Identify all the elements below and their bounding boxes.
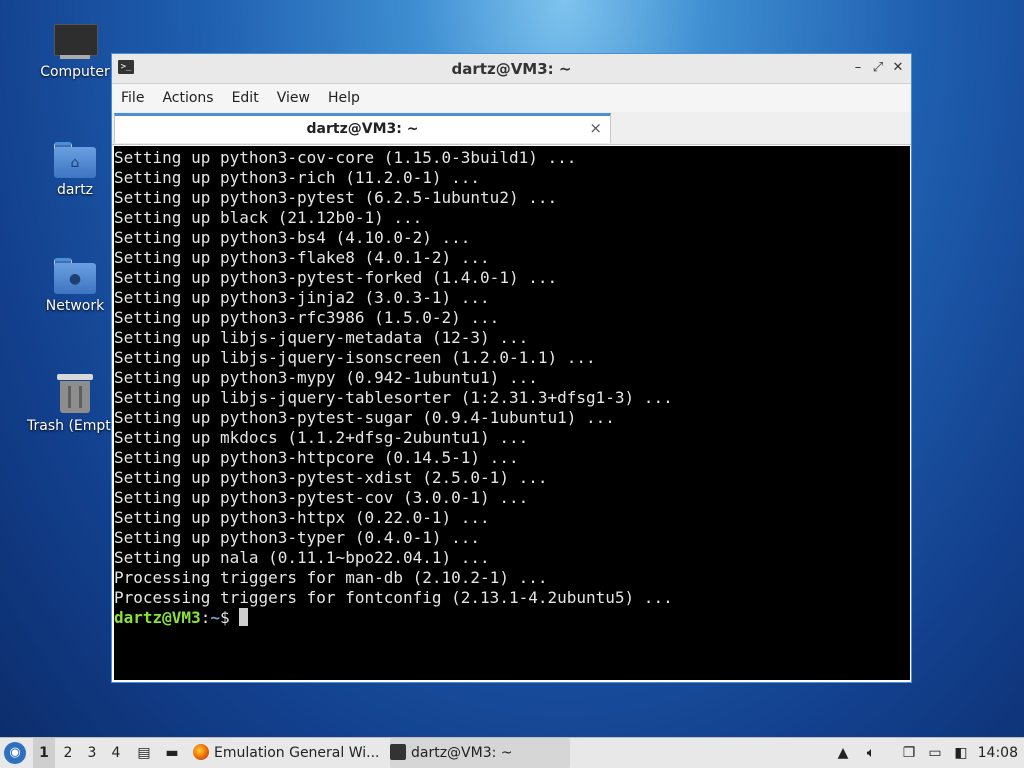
tab-terminal[interactable]: dartz@VM3: ~ × (114, 113, 611, 143)
terminal-line: Setting up python3-pytest-cov (3.0.0-1) … (114, 488, 529, 507)
workspace-3[interactable]: 3 (81, 738, 103, 768)
terminal-window: >_ dartz@VM3: ~ – ⤢ ✕ File Actions Edit Vie… (111, 53, 912, 683)
terminal-line: Setting up python3-typer (0.4.0-1) ... (114, 528, 481, 547)
desktop-icon-trash[interactable]: Trash (Empty) (27, 374, 125, 434)
workspace-4[interactable]: 4 (105, 738, 127, 768)
terminal-line: Processing triggers for man-db (2.10.2-1… (114, 568, 548, 587)
maximize-button[interactable]: ⤢ (869, 59, 887, 77)
window-titlebar[interactable]: >_ dartz@VM3: ~ – ⤢ ✕ (112, 54, 911, 84)
terminal-line: Setting up libjs-jquery-metadata (12-3) … (114, 328, 529, 347)
terminal-line: Processing triggers for fontconfig (2.13… (114, 588, 673, 607)
terminal-line: Setting up python3-httpcore (0.14.5-1) .… (114, 448, 519, 467)
terminal-line: Setting up python3-rich (11.2.0-1) ... (114, 168, 481, 187)
tab-bar: dartz@VM3: ~ × (112, 112, 911, 145)
terminal-line: Setting up python3-pytest (6.2.5-1ubuntu… (114, 188, 558, 207)
menu-view[interactable]: View (268, 84, 319, 112)
workspace-2[interactable]: 2 (57, 738, 79, 768)
firefox-icon (193, 744, 209, 760)
lubuntu-logo-icon: ◉ (4, 742, 26, 764)
desktop-icon-home[interactable]: ⌂ dartz (27, 142, 123, 198)
prompt-user-host: dartz@VM3 (114, 608, 201, 627)
prompt-symbol: $ (219, 608, 240, 627)
terminal-line: Setting up black (21.12b0-1) ... (114, 208, 423, 227)
desktop-icon-label: Trash (Empty) (27, 418, 125, 434)
prompt-path: ~ (210, 608, 220, 627)
show-desktop-icon[interactable]: ▬ (161, 738, 183, 768)
desktop-icon-computer[interactable]: Computer (27, 24, 123, 80)
terminal-line: Setting up nala (0.11.1~bpo22.04.1) ... (114, 548, 490, 567)
clock[interactable]: 14:08 (978, 738, 1018, 768)
terminal-line: Setting up libjs-jquery-isonscreen (1.2.… (114, 348, 596, 367)
updates-icon[interactable]: ▲ (832, 738, 854, 768)
terminal-line: Setting up python3-httpx (0.22.0-1) ... (114, 508, 490, 527)
terminal-line: Setting up python3-flake8 (4.0.1-2) ... (114, 248, 490, 267)
computer-icon (54, 24, 98, 60)
terminal-line: Setting up python3-pytest-sugar (0.9.4-1… (114, 408, 615, 427)
clipboard-icon[interactable]: ❐ (898, 738, 920, 768)
tab-label: dartz@VM3: ~ (306, 121, 419, 137)
desktop-icon-network[interactable]: ● Network (27, 258, 123, 314)
home-folder-icon: ⌂ (54, 142, 96, 178)
menubar: File Actions Edit View Help (112, 84, 911, 112)
window-title: dartz@VM3: ~ (451, 60, 572, 78)
minimize-button[interactable]: – (849, 59, 867, 77)
task-firefox[interactable]: Emulation General Wi... (193, 738, 383, 768)
terminal-line: Setting up python3-cov-core (1.15.0-3bui… (114, 148, 577, 167)
menu-help[interactable]: Help (319, 84, 369, 112)
task-terminal[interactable]: dartz@VM3: ~ (390, 738, 570, 768)
terminal-line: Setting up python3-mypy (0.942-1ubuntu1)… (114, 368, 538, 387)
desktop-icon-label: Computer (40, 64, 110, 80)
terminal-line: Setting up python3-pytest-xdist (2.5.0-1… (114, 468, 548, 487)
prompt-separator: : (200, 608, 211, 627)
file-manager-icon[interactable]: ▤ (133, 738, 155, 768)
terminal-line: Setting up python3-bs4 (4.10.0-2) ... (114, 228, 471, 247)
terminal-output[interactable]: Setting up python3-cov-core (1.15.0-3bui… (114, 146, 910, 680)
notification-icon[interactable]: ◧ (950, 738, 972, 768)
network-icon[interactable]: ▭ (924, 738, 946, 768)
workspace-1[interactable]: 1 (33, 738, 55, 768)
start-menu-button[interactable]: ◉ (4, 738, 28, 768)
task-label: Emulation General Wi... (214, 745, 380, 761)
terminal-line: Setting up python3-rfc3986 (1.5.0-2) ... (114, 308, 500, 327)
task-label: dartz@VM3: ~ (411, 745, 513, 761)
desktop-icon-label: dartz (56, 182, 94, 198)
terminal-line: Setting up mkdocs (1.1.2+dfsg-2ubuntu1) … (114, 428, 529, 447)
volume-icon[interactable]: 🔈︎ (860, 738, 882, 768)
text-cursor (239, 608, 249, 626)
close-button[interactable]: ✕ (889, 59, 907, 77)
trash-icon (57, 374, 93, 414)
terminal-prompt: dartz@VM3:~$ (114, 608, 910, 628)
terminal-line: Setting up python3-pytest-forked (1.4.0-… (114, 268, 558, 287)
menu-file[interactable]: File (112, 84, 153, 112)
terminal-line: Setting up python3-jinja2 (3.0.3-1) ... (114, 288, 490, 307)
terminal-icon (390, 744, 406, 760)
menu-actions[interactable]: Actions (153, 84, 222, 112)
network-folder-icon: ● (54, 258, 96, 294)
tab-close-icon[interactable]: × (589, 119, 602, 137)
menu-edit[interactable]: Edit (223, 84, 268, 112)
terminal-text: Setting up python3-cov-core (1.15.0-3bui… (114, 146, 910, 628)
taskbar: ◉ 1 2 3 4 ▤ ▬ Emulation General Wi... da… (0, 737, 1024, 768)
terminal-line: Setting up libjs-jquery-tablesorter (1:2… (114, 388, 673, 407)
desktop-icon-label: Network (45, 298, 105, 314)
